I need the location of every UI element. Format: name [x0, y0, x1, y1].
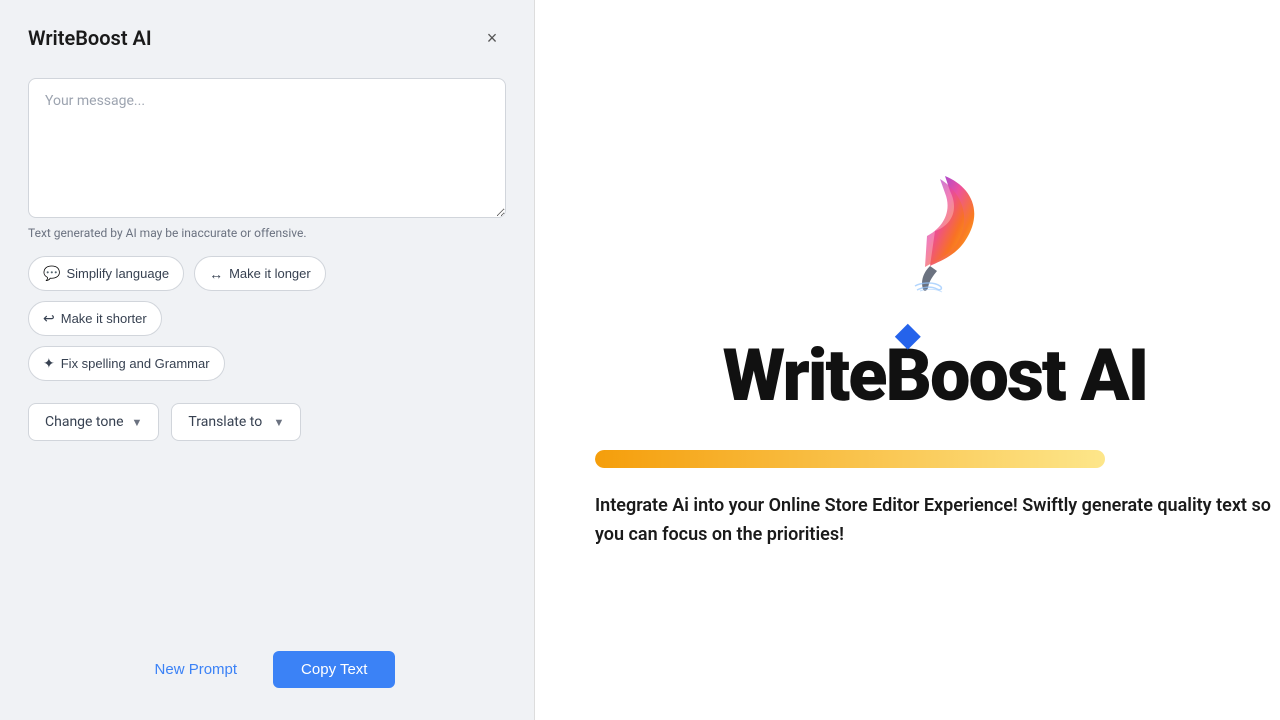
- chevron-down-icon-2: ▼: [274, 416, 285, 429]
- new-prompt-button[interactable]: New Prompt: [139, 651, 254, 688]
- left-panel: WriteBoost AI × Text generated by AI may…: [0, 0, 535, 720]
- dropdown-row: Change tone ▼ Translate to ▼: [28, 403, 506, 441]
- footer-buttons: New Prompt Copy Text: [28, 651, 506, 696]
- brand-title: WriteB◆oost AI: [723, 333, 1148, 418]
- change-tone-dropdown[interactable]: Change tone ▼: [28, 403, 159, 441]
- right-panel: WriteB◆oost AI Integrate Ai into your On…: [535, 0, 1280, 720]
- brand-title-area: WriteB◆oost AI: [723, 325, 1148, 418]
- copy-text-button[interactable]: Copy Text: [273, 651, 395, 688]
- simplify-language-button[interactable]: 💬 Simplify language: [28, 256, 184, 291]
- make-shorter-button[interactable]: ↩ Make it shorter: [28, 301, 162, 336]
- translate-to-dropdown[interactable]: Translate to ▼: [171, 403, 301, 441]
- close-button[interactable]: ×: [478, 24, 506, 52]
- fix-spelling-label: Fix spelling and Grammar: [61, 356, 210, 371]
- simplify-label: Simplify language: [66, 266, 169, 281]
- disclaimer-text: Text generated by AI may be inaccurate o…: [28, 226, 506, 240]
- action-row-2: ↩ Make it shorter: [28, 301, 506, 336]
- panel-title: WriteBoost AI: [28, 26, 152, 50]
- progress-bar-container: [595, 450, 1275, 468]
- change-tone-label: Change tone: [45, 414, 124, 430]
- action-buttons-group: 💬 Simplify language ↔ Make it longer ↩ M…: [28, 256, 506, 381]
- chevron-down-icon: ▼: [132, 416, 143, 429]
- fix-spelling-button[interactable]: ✦ Fix spelling and Grammar: [28, 346, 225, 381]
- compress-icon: ↩: [43, 310, 55, 327]
- make-longer-button[interactable]: ↔ Make it longer: [194, 256, 326, 291]
- description-text: Integrate Ai into your Online Store Edit…: [595, 492, 1275, 550]
- action-row-1: 💬 Simplify language ↔ Make it longer: [28, 256, 506, 291]
- feather-logo-icon: [885, 171, 985, 301]
- chat-icon: 💬: [43, 265, 60, 282]
- sparkle-icon: ✦: [43, 355, 55, 372]
- panel-body: Text generated by AI may be inaccurate o…: [0, 70, 534, 720]
- progress-bar-fill: [595, 450, 1105, 468]
- make-shorter-label: Make it shorter: [61, 311, 147, 326]
- make-longer-label: Make it longer: [229, 266, 311, 281]
- expand-icon: ↔: [209, 266, 223, 282]
- action-row-3: ✦ Fix spelling and Grammar: [28, 346, 506, 381]
- message-input[interactable]: [28, 78, 506, 218]
- logo-area: [885, 171, 985, 301]
- translate-to-label: Translate to: [188, 414, 262, 430]
- panel-header: WriteBoost AI ×: [0, 0, 534, 70]
